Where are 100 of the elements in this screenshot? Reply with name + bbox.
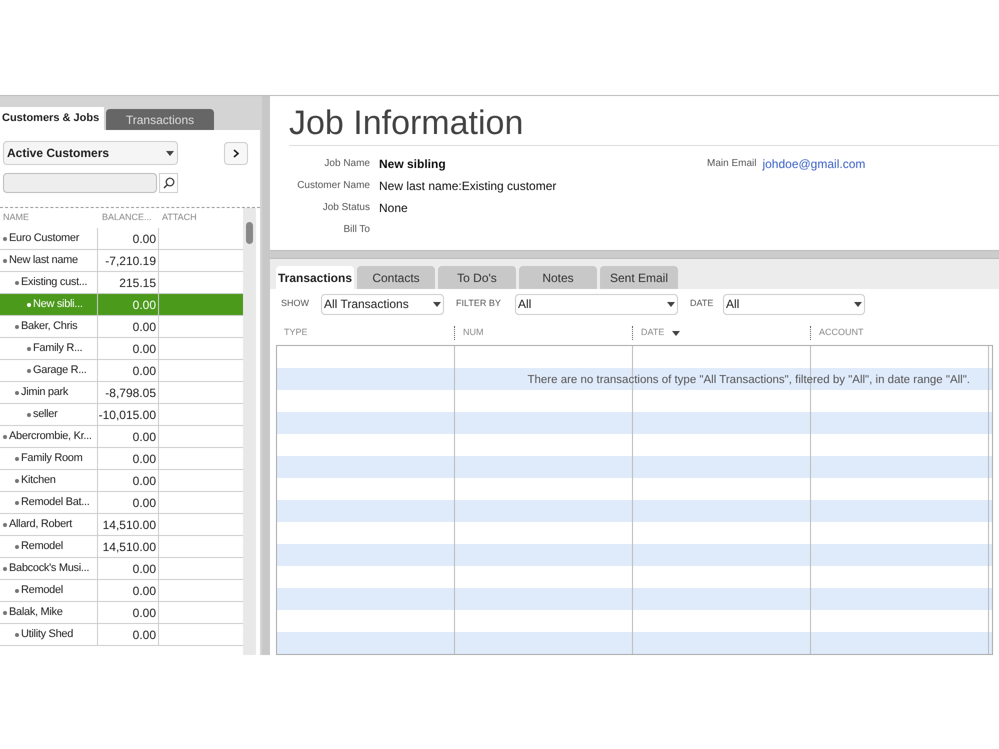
customer-name: New last name	[9, 253, 78, 268]
customer-row[interactable]: Kitchen 0.00	[0, 470, 243, 492]
bullet-icon	[3, 610, 7, 614]
filter-dropdown[interactable]: All	[515, 294, 678, 314]
detail-tab[interactable]: Sent Email	[600, 266, 678, 289]
search-field[interactable]	[3, 173, 157, 193]
balance-cell: 14,510.00	[98, 536, 159, 557]
customer-name: Remodel Bat...	[21, 495, 90, 510]
customer-name: New sibli...	[33, 297, 83, 312]
customer-row[interactable]: Remodel 14,510.00	[0, 536, 243, 558]
customer-name: Existing cust...	[21, 275, 88, 290]
balance-cell: 0.00	[98, 580, 159, 601]
column-header[interactable]: NAME	[0, 211, 98, 225]
filter-dropdown[interactable]: All Transactions	[321, 294, 444, 314]
caret-icon	[672, 330, 680, 336]
customer-name: Babcock's Musi...	[9, 561, 90, 576]
bullet-icon	[15, 390, 19, 394]
field-value: None	[379, 200, 408, 216]
customer-row[interactable]: New sibli... 0.00	[0, 294, 243, 316]
bullet-icon	[3, 566, 7, 570]
customer-name: Remodel	[21, 539, 63, 554]
panel-tab[interactable]: Customers & Jobs	[0, 107, 104, 130]
column-header[interactable]: NUM	[454, 326, 632, 340]
customer-name: Euro Customer	[9, 231, 80, 246]
customer-row[interactable]: Remodel 0.00	[0, 580, 243, 602]
detail-tab[interactable]: Contacts	[357, 266, 435, 289]
customer-row[interactable]: seller -10,015.00	[0, 404, 243, 426]
balance-cell: 0.00	[98, 228, 159, 249]
customer-name: Baker, Chris	[21, 319, 78, 334]
bullet-icon	[15, 324, 19, 328]
email-link[interactable]: johdoe@gmail.com	[762, 154, 866, 172]
balance-cell: 0.00	[98, 558, 159, 579]
customer-row[interactable]: Allard, Robert 14,510.00	[0, 514, 243, 536]
filter-label: FILTER BY	[456, 297, 502, 310]
customer-name: Family R...	[33, 341, 82, 356]
customer-row[interactable]: Baker, Chris 0.00	[0, 316, 243, 338]
customer-name: Jimin park	[21, 385, 68, 400]
page-title: Job Information	[289, 100, 999, 146]
field-label: Customer Name	[296, 179, 370, 193]
customer-row[interactable]: Jimin park -8,798.05	[0, 382, 243, 404]
filter-label: DATE	[690, 297, 714, 310]
detail-tab[interactable]: Transactions	[276, 266, 354, 289]
customer-name: Abercrombie, Kr...	[9, 429, 92, 444]
expand-button[interactable]	[224, 142, 248, 164]
customer-row[interactable]: Balak, Mike 0.00	[0, 602, 243, 624]
bullet-icon	[15, 478, 19, 482]
customer-name: Balak, Mike	[9, 605, 63, 620]
panel-tab[interactable]: Transactions	[106, 109, 214, 130]
column-header[interactable]: BALANCE...	[98, 211, 159, 225]
scrollbar[interactable]	[243, 208, 256, 655]
field-label: Job Status	[322, 201, 370, 215]
customer-row[interactable]: Babcock's Musi... 0.00	[0, 558, 243, 580]
bullet-icon	[15, 588, 19, 592]
column-header[interactable]: TYPE	[276, 326, 454, 340]
balance-cell: 0.00	[98, 470, 159, 491]
field-label: Job Name	[323, 157, 370, 171]
balance-cell: 0.00	[98, 294, 159, 315]
customer-row[interactable]: Family Room 0.00	[0, 448, 243, 470]
empty-message: There are no transactions of type "All Transactions", filtered by "All", in date range "All".	[527, 373, 970, 388]
caret-icon	[854, 302, 862, 306]
customer-row[interactable]: Family R... 0.00	[0, 338, 243, 360]
customer-name: Remodel	[21, 583, 63, 598]
bullet-icon	[27, 368, 31, 372]
view-dropdown[interactable]: Active Customers	[3, 141, 178, 165]
balance-cell: 0.00	[98, 602, 159, 623]
bullet-icon	[15, 456, 19, 460]
balance-cell: 14,510.00	[98, 514, 159, 535]
search-icon	[162, 177, 174, 189]
column-header[interactable]: DATE	[632, 326, 810, 340]
balance-cell: 0.00	[98, 426, 159, 447]
caret-icon	[433, 302, 441, 306]
bullet-icon	[3, 258, 7, 262]
customer-row[interactable]: Garage R... 0.00	[0, 360, 243, 382]
customer-row[interactable]: Abercrombie, Kr... 0.00	[0, 426, 243, 448]
balance-cell: -8,798.05	[98, 382, 159, 403]
balance-cell: 0.00	[98, 316, 159, 337]
customer-row[interactable]: Utility Shed 0.00	[0, 624, 243, 646]
bullet-icon	[15, 632, 19, 636]
balance-cell: 0.00	[98, 338, 159, 359]
caret-icon	[166, 150, 174, 156]
customer-name: Allard, Robert	[9, 517, 72, 532]
bullet-icon	[27, 302, 31, 306]
filter-dropdown[interactable]: All	[723, 294, 865, 314]
customer-row[interactable]: Remodel Bat... 0.00	[0, 492, 243, 514]
customer-row[interactable]: New last name -7,210.19	[0, 250, 243, 272]
chevron-right-icon	[233, 148, 239, 158]
balance-cell: 0.00	[98, 360, 159, 381]
customer-row[interactable]: Euro Customer 0.00	[0, 228, 243, 250]
column-header[interactable]: ACCOUNT	[810, 326, 988, 340]
column-header[interactable]: ATTACH	[159, 211, 239, 225]
balance-cell: 0.00	[98, 624, 159, 645]
field-value: New sibling	[379, 156, 446, 172]
balance-cell: -10,015.00	[98, 404, 159, 425]
search-button[interactable]	[159, 173, 178, 193]
detail-tab[interactable]: Notes	[519, 266, 597, 289]
caret-icon	[667, 302, 675, 306]
customer-row[interactable]: Existing cust... 215.15	[0, 272, 243, 294]
detail-tab[interactable]: To Do's	[438, 266, 516, 289]
field-value: New last name:Existing customer	[379, 178, 556, 194]
bullet-icon	[15, 500, 19, 504]
